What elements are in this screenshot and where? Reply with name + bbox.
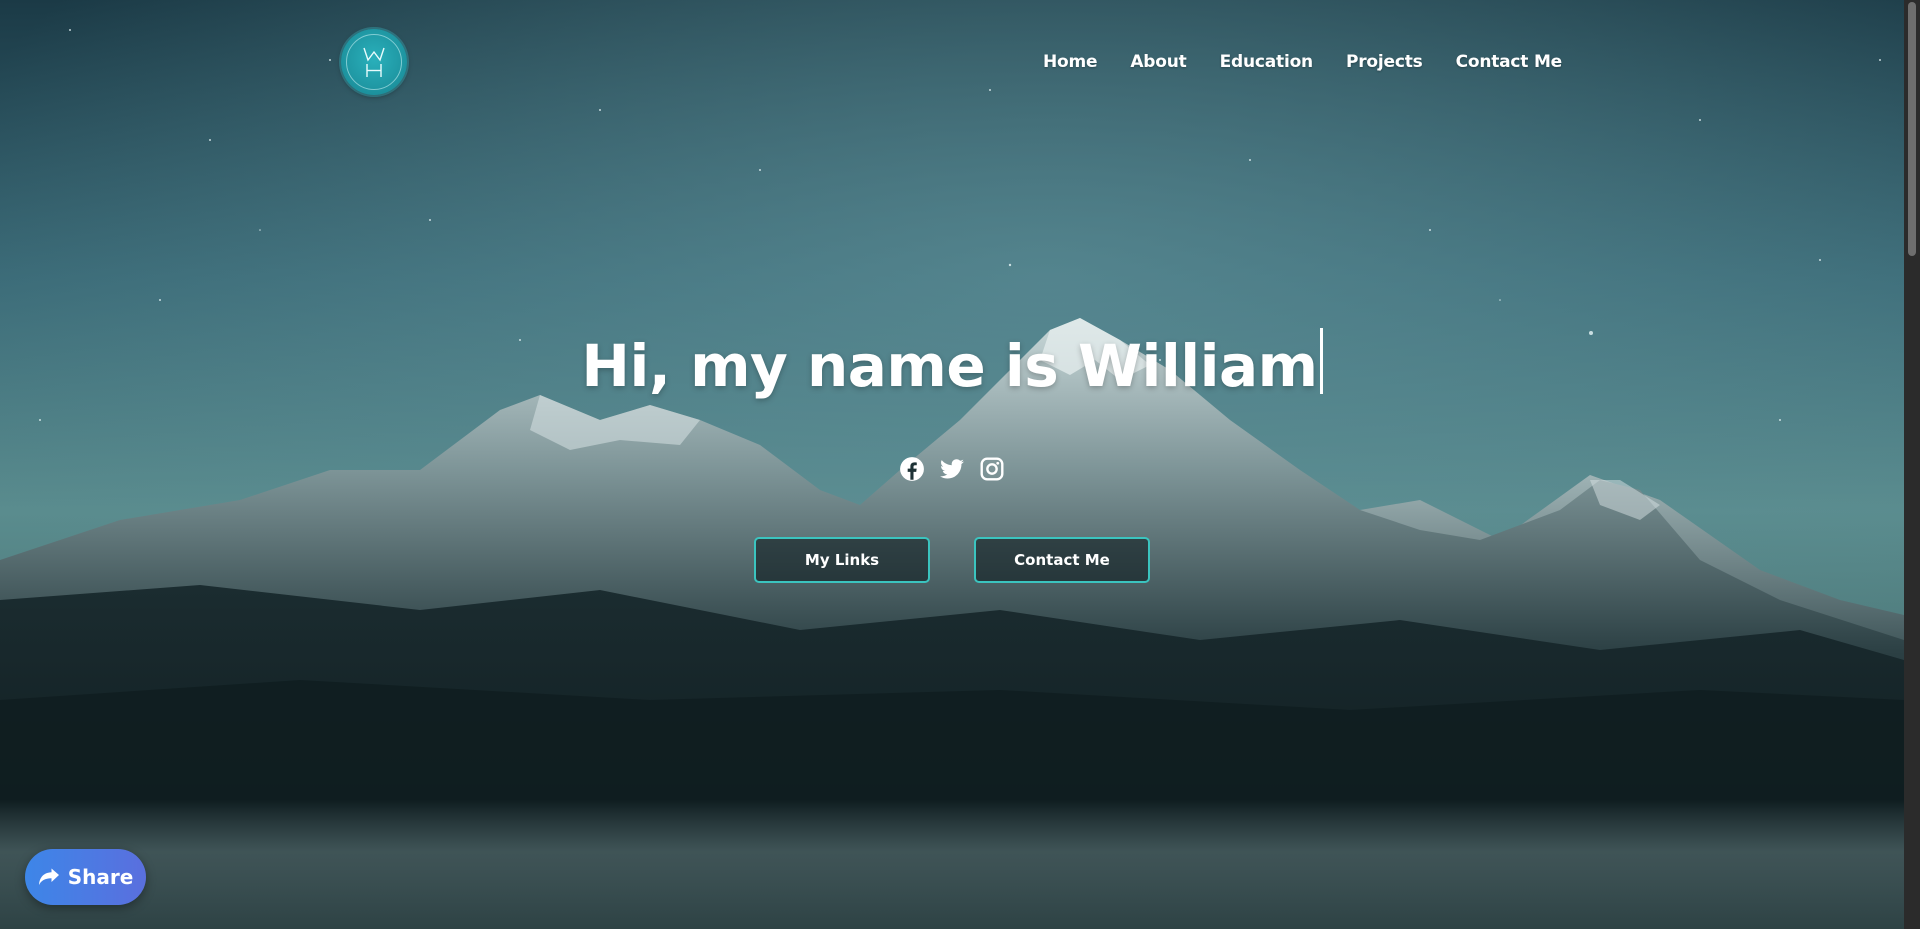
contact-me-button[interactable]: Contact Me [974, 537, 1150, 583]
scrollbar-thumb[interactable] [1908, 2, 1916, 256]
wh-monogram-icon [363, 47, 385, 77]
typing-caret [1319, 328, 1323, 394]
nav-contact-me[interactable]: Contact Me [1456, 52, 1563, 72]
facebook-icon[interactable] [899, 456, 925, 482]
page: Home About Education Projects Contact Me… [0, 0, 1920, 929]
instagram-icon[interactable] [979, 456, 1005, 482]
nav-projects[interactable]: Projects [1346, 52, 1423, 72]
nav-about[interactable]: About [1130, 52, 1186, 72]
main-nav: Home About Education Projects Contact Me [1010, 52, 1562, 72]
share-label: Share [67, 865, 134, 889]
site-logo[interactable] [341, 29, 407, 95]
twitter-icon[interactable] [939, 456, 965, 482]
social-icons [0, 456, 1904, 482]
hero-title-container: Hi, my name is William [0, 328, 1904, 402]
hero-title: Hi, my name is William [581, 328, 1323, 402]
nav-home[interactable]: Home [1043, 52, 1098, 72]
vertical-scrollbar[interactable] [1904, 0, 1920, 929]
hero-buttons: My Links Contact Me [0, 537, 1904, 583]
nav-education[interactable]: Education [1220, 52, 1314, 72]
share-arrow-icon [38, 868, 59, 885]
share-button[interactable]: Share [25, 849, 146, 905]
hero-title-text: Hi, my name is William [581, 332, 1318, 400]
my-links-button[interactable]: My Links [754, 537, 930, 583]
